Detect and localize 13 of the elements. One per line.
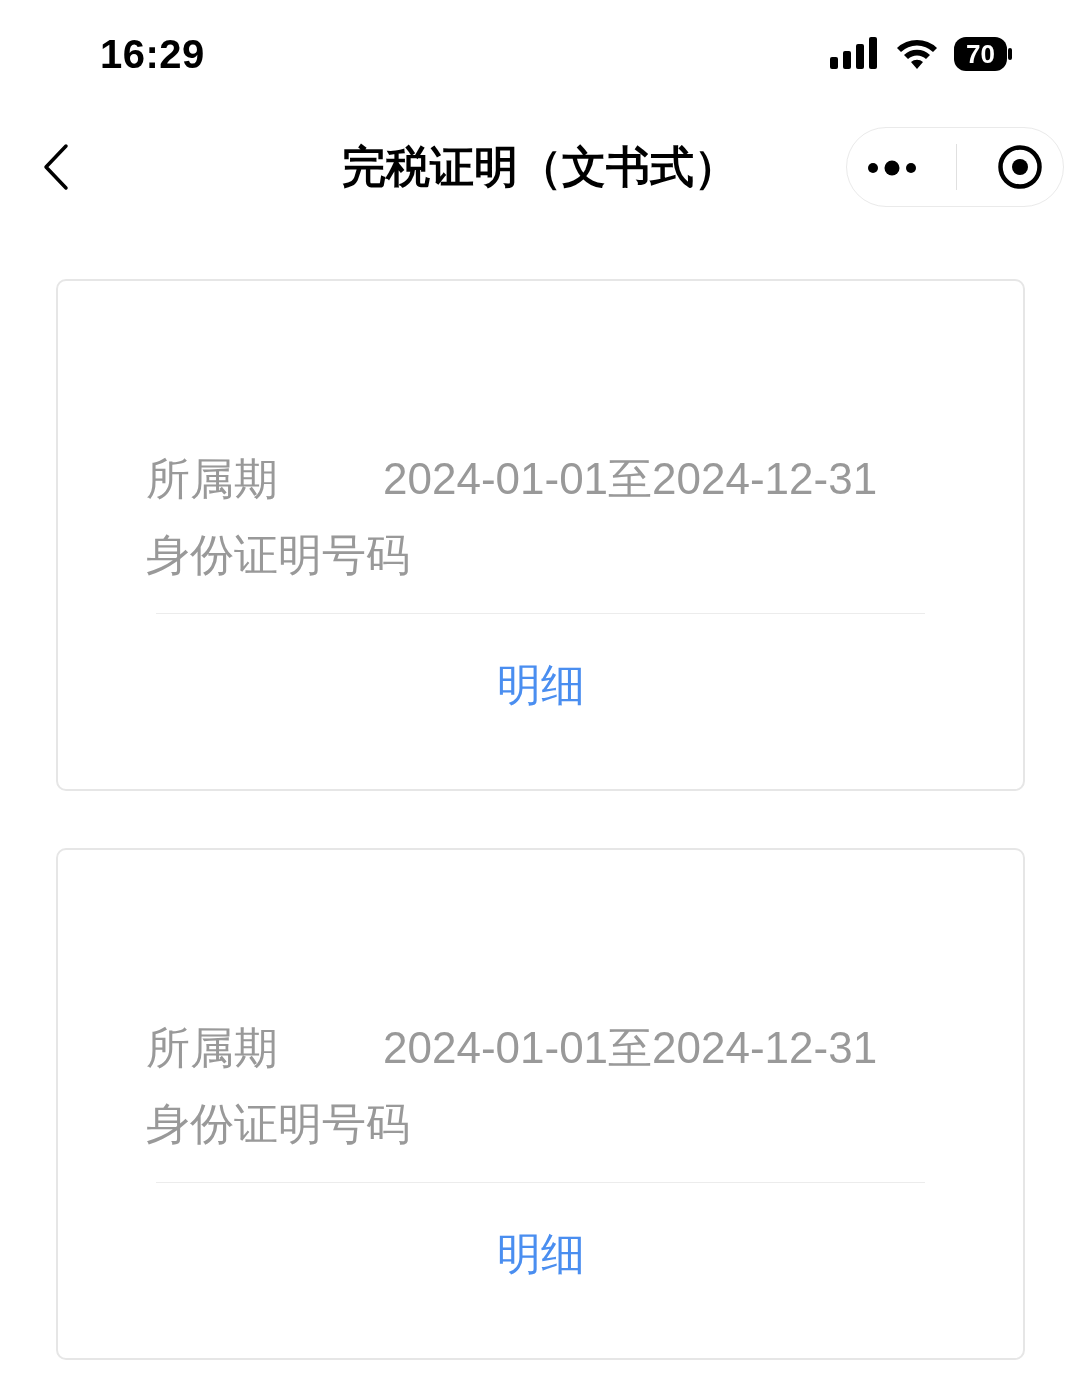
field-value: 2024-01-01至2024-12-31 [383, 1023, 878, 1072]
field-label: 所属期 [146, 453, 279, 505]
detail-link[interactable]: 明细 [476, 1183, 605, 1325]
page-title: 完税证明（文书式） [342, 141, 738, 193]
clock-time: 16:29 [100, 31, 205, 78]
wifi-icon [896, 38, 939, 70]
field-label: 身份证明号码 [146, 529, 410, 581]
close-icon[interactable] [997, 144, 1044, 190]
field-label: 所属期 [146, 1022, 279, 1074]
battery-level: 70 [954, 37, 1007, 71]
detail-link[interactable]: 明细 [476, 614, 605, 756]
field-label: 身份证明号码 [146, 1098, 410, 1150]
field-value: 2024-01-01至2024-12-31 [383, 454, 878, 503]
